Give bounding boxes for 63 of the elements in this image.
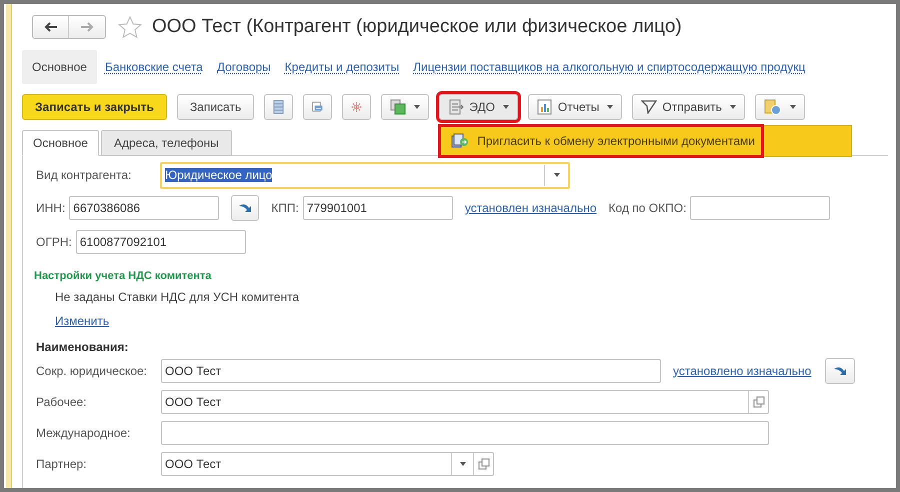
section-heading: Наименования: (36, 338, 130, 356)
info-text: Не заданы Ставки НДС для УСН комитента (55, 288, 300, 306)
caret-icon (607, 105, 614, 109)
section-link[interactable]: Кредиты и депозиты (278, 58, 406, 76)
asterisk-button[interactable] (342, 94, 372, 120)
field-label: Рабочее: (36, 394, 88, 410)
section-link[interactable]: Лицензии поставщиков на алкогольную и спиртосодержащую продукц (407, 58, 812, 76)
arrow-button[interactable] (231, 195, 260, 221)
change-link[interactable]: Изменить (55, 312, 110, 330)
field-label: Код по ОКПО: (608, 200, 686, 217)
caret-icon (790, 105, 796, 109)
document-button[interactable] (303, 94, 332, 120)
menu-button[interactable]: Отправить (632, 94, 745, 120)
dropdown-field[interactable]: ООО Тест (161, 452, 494, 476)
input-field[interactable]: 779901001 (302, 196, 453, 220)
caret-icon (554, 173, 560, 177)
arrow-button[interactable] (825, 358, 856, 384)
field-label: Международное: (36, 424, 132, 442)
chart-icon (536, 99, 553, 115)
form-tab[interactable]: Основное (22, 130, 99, 156)
document-arrow-icon (448, 99, 464, 115)
field-label: Вид контрагента: (36, 167, 132, 184)
save-close-button[interactable]: Записать и закрыть (22, 94, 167, 120)
list-button[interactable] (264, 94, 294, 120)
field-label: Партнер: (36, 456, 88, 472)
caret-icon (460, 462, 466, 466)
open-window-icon (478, 458, 490, 470)
save-button[interactable]: Записать (176, 94, 254, 120)
link[interactable]: установлен изначально (464, 199, 597, 217)
star-icon[interactable] (118, 16, 142, 38)
caret-icon (730, 105, 736, 109)
curved-arrow-icon (238, 202, 252, 214)
input-field[interactable]: ООО Тест (161, 390, 769, 414)
section-link[interactable]: Банковские счета (98, 58, 209, 76)
section-link[interactable]: Договоры (210, 58, 277, 76)
open-window-icon (752, 396, 764, 408)
field-label: ОГРН: (36, 234, 72, 251)
field-label: ИНН: (36, 200, 66, 217)
copy-menu-button[interactable] (381, 94, 430, 120)
input-field[interactable]: 6670386086 (69, 196, 220, 220)
input-field[interactable] (161, 420, 769, 444)
window-title: ООО Тест (Контрагент (юридическое или физическое лицо) (152, 14, 682, 39)
menu-button[interactable]: Отчеты (528, 94, 622, 120)
field-label: Сокр. юридическое: (36, 362, 148, 380)
back-arrow-icon (44, 22, 58, 32)
section-heading: Настройки учета НДС комитента (34, 269, 212, 284)
curved-arrow-icon (833, 364, 848, 376)
documents-arrow-icon (451, 133, 470, 149)
input-field[interactable] (690, 196, 830, 220)
input-field[interactable]: 6100877092101 (76, 230, 246, 254)
section-link[interactable]: Основное (22, 50, 97, 84)
field-label: КПП: (271, 200, 299, 217)
menu-item[interactable]: Пригласить к обмену электронными документами (439, 125, 763, 157)
dropdown-field[interactable]: Юридическое лицо (160, 162, 570, 188)
forward-arrow-icon (80, 22, 94, 32)
list-icon (273, 99, 284, 115)
caret-icon (414, 105, 420, 109)
asterisk-icon (351, 99, 362, 115)
link[interactable]: установлено изначально (673, 362, 812, 380)
form-tab[interactable]: Адреса, телефоны (100, 130, 232, 156)
copy-icon (390, 99, 406, 115)
caret-icon (502, 105, 509, 109)
input-field[interactable]: ООО Тест (161, 358, 661, 382)
